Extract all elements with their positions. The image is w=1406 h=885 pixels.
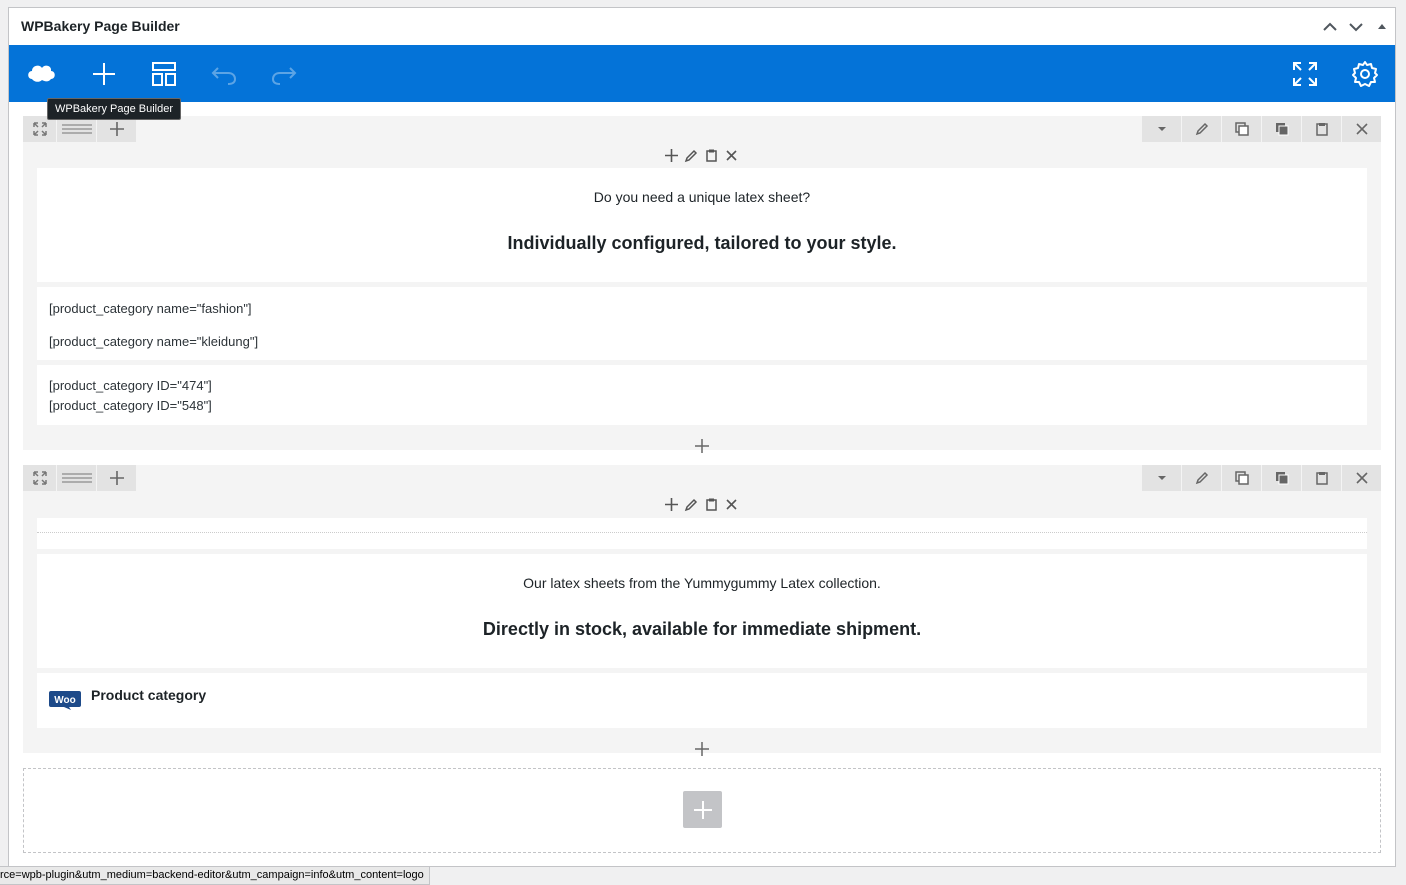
column-controls: [663, 496, 739, 512]
row-delete-icon[interactable]: [1341, 465, 1381, 491]
builder-toolbar: [9, 45, 1395, 102]
row-delete-icon[interactable]: [1341, 116, 1381, 142]
column-add-icon[interactable]: [663, 147, 679, 163]
row-section-1: Do you need a unique latex sheet? Indivi…: [23, 116, 1381, 453]
text-element[interactable]: Our latex sheets from the Yummygummy Lat…: [37, 554, 1367, 668]
text-line-1: Do you need a unique latex sheet?: [593, 189, 811, 205]
column-edit-icon[interactable]: [683, 147, 699, 163]
empty-row-dropzone: [23, 768, 1381, 853]
plus-icon: [693, 800, 712, 819]
row-drag-icon[interactable]: [23, 465, 57, 491]
gear-icon[interactable]: [1348, 57, 1382, 91]
shortcode-line: [product_category ID="474"]: [49, 378, 212, 393]
add-row-button[interactable]: [683, 791, 722, 828]
row-controls-right: [1141, 465, 1381, 491]
separator-line: [37, 532, 1367, 533]
row-paste-icon[interactable]: [1301, 116, 1341, 142]
toolbar-tooltip: WPBakery Page Builder: [47, 98, 181, 120]
add-element-icon[interactable]: [693, 437, 711, 455]
svg-text:Woo: Woo: [54, 695, 75, 706]
text-line-2: Individually configured, tailored to you…: [507, 233, 897, 253]
row-section-2: Our latex sheets from the Yummygummy Lat…: [23, 465, 1381, 756]
shortcode-element[interactable]: [product_category ID="474"] [product_cat…: [37, 365, 1367, 425]
column-controls: [663, 147, 739, 163]
column-delete-icon[interactable]: [723, 496, 739, 512]
shortcode-line: [product_category ID="548"]: [49, 398, 212, 413]
panel-title: WPBakery Page Builder: [21, 18, 180, 34]
row-paste-icon[interactable]: [1301, 465, 1341, 491]
row-add-column-icon[interactable]: [97, 465, 137, 491]
move-up-icon[interactable]: [1319, 16, 1341, 38]
column-delete-icon[interactable]: [723, 147, 739, 163]
row-copy-icon[interactable]: [1261, 465, 1301, 491]
layout-templates-icon[interactable]: [147, 57, 181, 91]
text-line-2: Directly in stock, available for immedia…: [482, 619, 922, 639]
redo-icon[interactable]: [267, 57, 301, 91]
woo-element-title: Product category: [91, 687, 207, 703]
add-element-icon[interactable]: [693, 740, 711, 758]
row-layout-icon[interactable]: [57, 465, 97, 491]
row-toggle-icon[interactable]: [1141, 116, 1181, 142]
row-toggle-icon[interactable]: [1141, 465, 1181, 491]
row-controls-left: [23, 465, 137, 491]
row-edit-icon[interactable]: [1181, 465, 1221, 491]
row-clone-icon[interactable]: [1221, 116, 1261, 142]
plus-icon[interactable]: [87, 57, 121, 91]
column-paste-icon[interactable]: [703, 496, 719, 512]
collapse-panel-icon[interactable]: [1371, 16, 1393, 38]
text-element[interactable]: Do you need a unique latex sheet? Indivi…: [37, 168, 1367, 282]
undo-icon[interactable]: [207, 57, 241, 91]
separator-element[interactable]: [37, 517, 1367, 549]
wpbakery-cloud-icon[interactable]: [24, 57, 58, 91]
column-add-icon[interactable]: [663, 496, 679, 512]
woocommerce-icon: Woo: [49, 691, 81, 710]
column-paste-icon[interactable]: [703, 147, 719, 163]
text-line-1: Our latex sheets from the Yummygummy Lat…: [523, 575, 881, 591]
shortcode-line: [product_category name="kleidung"]: [49, 334, 259, 349]
row-clone-icon[interactable]: [1221, 465, 1261, 491]
shortcode-element[interactable]: [product_category name="fashion"] [produ…: [37, 287, 1367, 360]
move-down-icon[interactable]: [1345, 16, 1367, 38]
status-bar-url: rce=wpb-plugin&utm_medium=backend-editor…: [0, 866, 430, 885]
row-controls-right: [1141, 116, 1381, 142]
row-copy-icon[interactable]: [1261, 116, 1301, 142]
row-edit-icon[interactable]: [1181, 116, 1221, 142]
fullscreen-icon[interactable]: [1288, 57, 1322, 91]
shortcode-line: [product_category name="fashion"]: [49, 301, 252, 316]
wpbakery-panel: WPBakery Page Builder WPBakery Page Buil…: [8, 7, 1396, 867]
panel-header: WPBakery Page Builder: [9, 8, 1395, 46]
column-edit-icon[interactable]: [683, 496, 699, 512]
woo-product-category-element[interactable]: Woo Product category: [37, 673, 1367, 728]
